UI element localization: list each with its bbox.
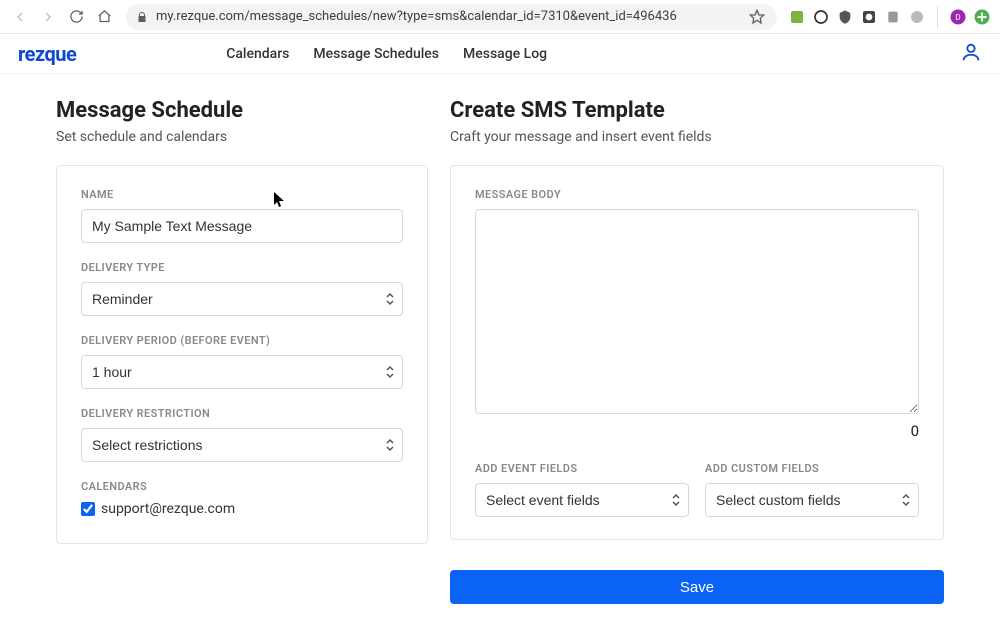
star-icon[interactable]: [749, 9, 765, 25]
message-body-textarea[interactable]: [475, 209, 919, 414]
calendar-item-label: support@rezque.com: [101, 501, 235, 517]
browser-toolbar: my.rezque.com/message_schedules/new?type…: [0, 0, 1000, 34]
lock-icon: [136, 11, 148, 23]
char-count: 0: [475, 422, 919, 440]
logo[interactable]: rezque: [18, 42, 76, 66]
delivery-period-label: DELIVERY PERIOD (BEFORE EVENT): [81, 334, 403, 347]
profile-avatar[interactable]: D: [948, 7, 968, 27]
account-icon[interactable]: [960, 41, 982, 67]
message-body-label: MESSAGE BODY: [475, 188, 919, 201]
template-card: MESSAGE BODY 0 ADD EVENT FIELDS ADD CUST…: [450, 165, 944, 540]
custom-fields-label: ADD CUSTOM FIELDS: [705, 462, 919, 475]
home-button[interactable]: [92, 5, 116, 29]
nav-link-message-log[interactable]: Message Log: [463, 46, 547, 62]
delivery-type-select[interactable]: [81, 282, 403, 316]
back-button[interactable]: [8, 5, 32, 29]
extension-icon[interactable]: [811, 7, 831, 27]
reload-button[interactable]: [64, 5, 88, 29]
custom-fields-select[interactable]: [705, 483, 919, 517]
extension-icon[interactable]: [972, 7, 992, 27]
app-topnav: rezque Calendars Message Schedules Messa…: [0, 34, 1000, 74]
event-fields-select[interactable]: [475, 483, 689, 517]
forward-button[interactable]: [36, 5, 60, 29]
nav-link-calendars[interactable]: Calendars: [226, 46, 289, 62]
template-subtitle: Craft your message and insert event fiel…: [450, 129, 944, 145]
calendar-checkbox-row[interactable]: support@rezque.com: [81, 501, 403, 517]
page-title: Message Schedule: [56, 98, 428, 123]
calendars-label: CALENDARS: [81, 480, 403, 493]
extension-icon[interactable]: [835, 7, 855, 27]
address-bar[interactable]: my.rezque.com/message_schedules/new?type…: [126, 4, 777, 30]
name-input[interactable]: [81, 209, 403, 243]
extension-icon[interactable]: [787, 7, 807, 27]
delivery-restriction-label: DELIVERY RESTRICTION: [81, 407, 403, 420]
save-button[interactable]: Save: [450, 570, 944, 604]
divider: [937, 6, 938, 28]
svg-text:D: D: [955, 13, 960, 23]
url-text: my.rezque.com/message_schedules/new?type…: [156, 9, 677, 24]
template-title: Create SMS Template: [450, 98, 944, 123]
event-fields-label: ADD EVENT FIELDS: [475, 462, 689, 475]
extensions-row: D: [787, 6, 992, 28]
extension-icon[interactable]: [859, 7, 879, 27]
name-label: NAME: [81, 188, 403, 201]
delivery-restriction-select[interactable]: [81, 428, 403, 462]
extension-icon[interactable]: [907, 7, 927, 27]
nav-link-message-schedules[interactable]: Message Schedules: [313, 46, 439, 62]
extension-icon[interactable]: [883, 7, 903, 27]
calendar-checkbox[interactable]: [81, 502, 95, 516]
delivery-period-select[interactable]: [81, 355, 403, 389]
page-subtitle: Set schedule and calendars: [56, 129, 428, 145]
delivery-type-label: DELIVERY TYPE: [81, 261, 403, 274]
schedule-card: NAME DELIVERY TYPE DELIVERY PERIOD (BEFO…: [56, 165, 428, 544]
